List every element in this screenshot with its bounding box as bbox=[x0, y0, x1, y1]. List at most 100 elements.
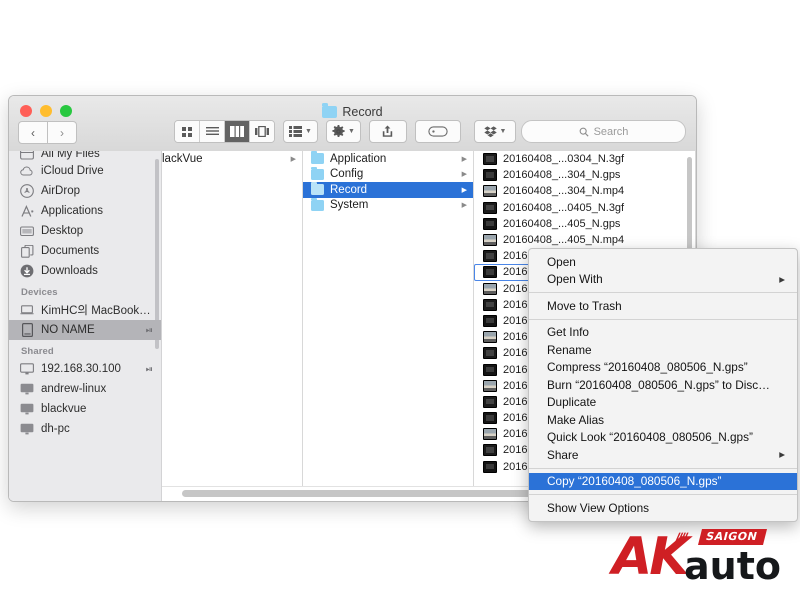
file-row[interactable]: 20160408_...304_N.gps bbox=[474, 167, 695, 183]
menu-item[interactable]: Get Info bbox=[529, 324, 797, 342]
share-button[interactable] bbox=[368, 120, 407, 143]
file-3gf-icon bbox=[483, 250, 497, 263]
display-icon bbox=[20, 382, 34, 396]
gallery-view-button[interactable] bbox=[250, 121, 274, 142]
menu-item[interactable]: Share ▶ bbox=[529, 446, 797, 464]
menu-item[interactable]: Rename bbox=[529, 341, 797, 359]
cloud-icon bbox=[20, 164, 34, 178]
arrange-button[interactable]: ▼ bbox=[283, 120, 318, 143]
file-3gf-icon bbox=[483, 347, 497, 360]
column-item-system[interactable]: System ▶ bbox=[303, 197, 473, 214]
column-item-blackvue[interactable]: lackVue ▶ bbox=[162, 151, 302, 167]
sidebar-item-desktop[interactable]: Desktop bbox=[9, 221, 161, 241]
menu-separator bbox=[529, 292, 797, 293]
menu-item[interactable]: Make Alias bbox=[529, 411, 797, 429]
dropbox-button[interactable]: ▼ bbox=[474, 120, 516, 143]
menu-item-label: Move to Trash bbox=[547, 298, 622, 313]
sidebar-item-all-my-files[interactable]: All My Files bbox=[9, 151, 161, 161]
sidebar-item-label: All My Files bbox=[41, 151, 100, 160]
menu-item[interactable]: Copy “20160408_080506_N.gps” bbox=[529, 472, 797, 490]
chevron-down-icon: ▼ bbox=[305, 128, 312, 135]
sidebar-item-label: Desktop bbox=[41, 225, 84, 237]
sidebar-item-macbook[interactable]: KimHC의 MacBook… bbox=[9, 300, 161, 320]
back-button[interactable]: ‹ bbox=[18, 121, 48, 144]
sidebar-item-192-168-30-100[interactable]: 192.168.30.100 ⏯ bbox=[9, 359, 161, 379]
sidebar-item-no-name[interactable]: NO NAME ⏯ bbox=[9, 320, 161, 340]
chevron-right-icon: ▶ bbox=[461, 202, 467, 210]
menu-item[interactable]: Quick Look “20160408_080506_N.gps” bbox=[529, 429, 797, 447]
menu-item-label: Make Alias bbox=[547, 412, 605, 427]
action-button[interactable]: ▼ bbox=[325, 120, 361, 143]
sidebar-item-label: iCloud Drive bbox=[41, 165, 104, 177]
chevron-down-icon: ▼ bbox=[499, 128, 507, 135]
search-placeholder: Search bbox=[593, 125, 629, 138]
view-mode-segmented-control bbox=[174, 120, 275, 143]
file-name-label: 20160408_...405_N.gps bbox=[503, 217, 621, 230]
file-mp4-icon bbox=[483, 428, 497, 441]
file-gps-icon bbox=[483, 169, 497, 182]
sidebar-item-label: 192.168.30.100 bbox=[41, 363, 121, 375]
file-row[interactable]: 20160408_...405_N.mp4 bbox=[474, 232, 695, 248]
file-name-label: 20160408_...304_N.mp4 bbox=[503, 185, 625, 198]
file-row[interactable]: 20160408_...405_N.gps bbox=[474, 216, 695, 232]
column-item-label: lackVue bbox=[162, 152, 203, 165]
documents-icon bbox=[20, 244, 34, 258]
file-mp4-icon bbox=[483, 379, 497, 392]
sidebar-item-dh-pc[interactable]: dh-pc bbox=[9, 419, 161, 439]
menu-item[interactable]: Duplicate bbox=[529, 394, 797, 412]
folder-icon bbox=[311, 151, 324, 165]
file-name-label: 20160408_...304_N.gps bbox=[503, 169, 621, 182]
icon-view-button[interactable] bbox=[175, 121, 200, 142]
file-name-label: 20160408_...0304_N.3gf bbox=[503, 153, 625, 166]
file-gps-icon bbox=[483, 412, 497, 425]
menu-item[interactable]: Open With ▶ bbox=[529, 271, 797, 289]
sidebar-item-andrew-linux[interactable]: andrew-linux bbox=[9, 379, 161, 399]
column-item-record[interactable]: Record ▶ bbox=[303, 182, 473, 198]
menu-item[interactable]: Burn “20160408_080506_N.gps” to Disc… bbox=[529, 376, 797, 394]
sidebar-item-blackvue[interactable]: blackvue bbox=[9, 399, 161, 419]
menu-item-label: Compress “20160408_080506_N.gps” bbox=[547, 360, 748, 375]
chevron-right-icon: ▶ bbox=[290, 155, 296, 163]
desktop-icon bbox=[20, 224, 34, 238]
eject-icon[interactable]: ⏯ bbox=[146, 364, 153, 375]
file-name-label: 20160408_...0405_N.3gf bbox=[503, 201, 625, 214]
sidebar-item-downloads[interactable]: Downloads bbox=[9, 261, 161, 281]
menu-item[interactable]: Open bbox=[529, 253, 797, 271]
file-row[interactable]: 20160408_...304_N.mp4 bbox=[474, 183, 695, 199]
context-menu: Open Open With ▶ Move to Trash Get Info Renam… bbox=[528, 248, 798, 522]
sidebar-item-label: Documents bbox=[41, 245, 100, 257]
column-folders: Application ▶ Config ▶ Record ▶ System ▶ bbox=[303, 151, 474, 501]
sidebar-item-applications[interactable]: Applications bbox=[9, 201, 161, 221]
file-mp4-icon bbox=[483, 282, 497, 295]
file-row[interactable]: 20160408_...0405_N.3gf bbox=[474, 200, 695, 216]
file-3gf-icon bbox=[483, 298, 497, 311]
file-row[interactable]: 20160408_...0304_N.3gf bbox=[474, 151, 695, 167]
list-view-button[interactable] bbox=[200, 121, 225, 142]
menu-item-label: Share bbox=[547, 447, 579, 462]
sidebar-item-label: dh-pc bbox=[41, 423, 70, 435]
file-gps-icon bbox=[483, 314, 497, 327]
search-field[interactable]: Search bbox=[521, 120, 686, 143]
menu-separator bbox=[529, 494, 797, 495]
forward-button[interactable]: › bbox=[48, 121, 77, 144]
folder-icon bbox=[311, 166, 324, 180]
file-gps-icon bbox=[483, 217, 497, 230]
file-gps-icon bbox=[483, 266, 497, 279]
tag-button[interactable] bbox=[414, 120, 461, 143]
sidebar-item-documents[interactable]: Documents bbox=[9, 241, 161, 261]
file-3gf-icon bbox=[483, 444, 497, 457]
column-item-application[interactable]: Application ▶ bbox=[303, 151, 473, 167]
chevron-right-icon: ▶ bbox=[461, 155, 467, 163]
eject-icon[interactable]: ⏯ bbox=[146, 325, 153, 336]
file-3gf-icon bbox=[483, 153, 497, 166]
column-view-button[interactable] bbox=[225, 121, 250, 142]
sidebar-item-icloud-drive[interactable]: iCloud Drive bbox=[9, 161, 161, 181]
sidebar-item-airdrop[interactable]: AirDrop bbox=[9, 181, 161, 201]
menu-item[interactable]: Move to Trash bbox=[529, 297, 797, 315]
sidebar-item-label: AirDrop bbox=[41, 185, 80, 197]
file-mp4-icon bbox=[483, 331, 497, 344]
applications-icon bbox=[20, 204, 34, 218]
menu-item[interactable]: Show View Options bbox=[529, 499, 797, 517]
menu-item[interactable]: Compress “20160408_080506_N.gps” bbox=[529, 359, 797, 377]
column-item-config[interactable]: Config ▶ bbox=[303, 166, 473, 183]
